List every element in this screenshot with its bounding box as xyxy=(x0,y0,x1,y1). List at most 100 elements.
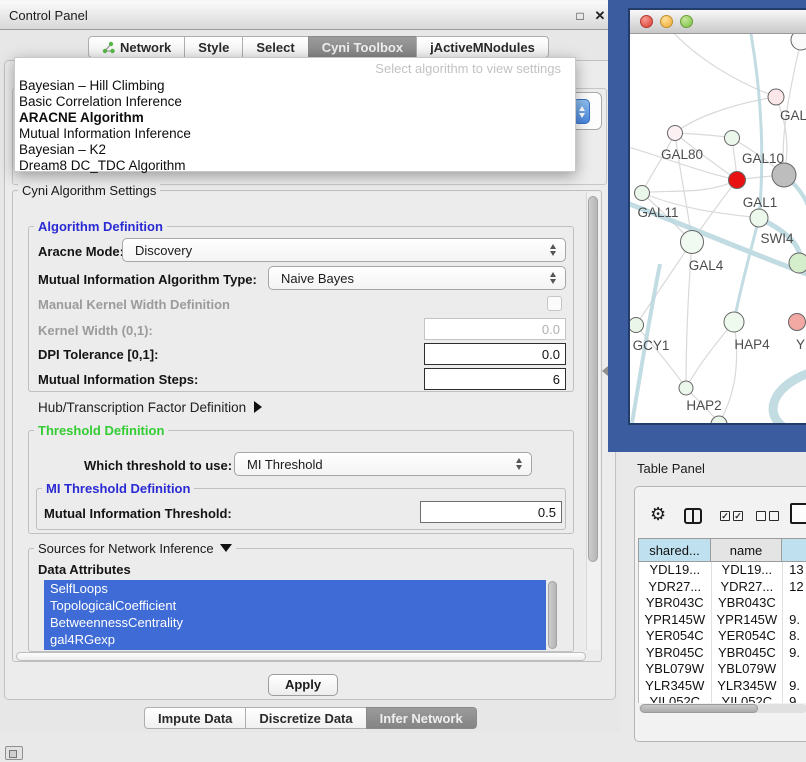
node-label: GAL10 xyxy=(742,151,784,166)
node-gray[interactable] xyxy=(772,163,796,187)
table-row[interactable]: YDL19...YDL19...13 xyxy=(639,562,806,579)
dropdown-item[interactable]: Bayesian – K2 xyxy=(19,142,571,158)
tab-impute-data-label: Impute Data xyxy=(158,711,232,726)
table-hscrollbar-thumb[interactable] xyxy=(640,704,758,713)
close-panel-button[interactable]: ✕ xyxy=(592,8,608,24)
node-gcy1[interactable] xyxy=(630,318,644,333)
cell: YBR043C xyxy=(712,595,784,612)
zoom-window-button[interactable] xyxy=(680,15,693,28)
attribute-item-selected[interactable]: SelfLoops xyxy=(44,580,546,597)
table-header-row: shared... name xyxy=(638,538,806,562)
network-window-titlebar[interactable] xyxy=(630,10,806,34)
mi-algorithm-type-combobox[interactable]: Naive Bayes xyxy=(268,266,566,290)
hub-definition-expander[interactable]: Hub/Transcription Factor Definition xyxy=(38,400,262,415)
table-row[interactable]: YBL079WYBL079W xyxy=(639,661,806,678)
node-partial-top[interactable] xyxy=(791,34,806,50)
close-window-button[interactable] xyxy=(640,15,653,28)
attribute-item-selected[interactable]: TopologicalCoefficient xyxy=(44,597,546,614)
cell: 8. xyxy=(783,628,806,645)
node-gal4[interactable] xyxy=(681,231,704,254)
cell: YBR045C xyxy=(639,645,712,662)
node-pink-right[interactable] xyxy=(789,314,806,331)
table-row[interactable]: YER054CYER054C8. xyxy=(639,628,806,645)
which-threshold-value: MI Threshold xyxy=(247,457,511,472)
dropdown-item[interactable]: Basic Correlation Inference xyxy=(19,94,571,110)
dropdown-item[interactable]: Dream8 DC_TDC Algorithm xyxy=(19,158,571,174)
node-green-right[interactable] xyxy=(789,253,806,273)
mi-threshold-field[interactable] xyxy=(420,501,562,523)
tab-network[interactable]: Network xyxy=(88,36,185,58)
float-panel-button[interactable]: □ xyxy=(572,8,588,24)
settings-vscrollbar-thumb[interactable] xyxy=(588,196,598,562)
dropdown-item[interactable]: Mutual Information Inference xyxy=(19,126,571,142)
mi-steps-field[interactable] xyxy=(424,368,566,390)
sources-expander[interactable]: Sources for Network Inference xyxy=(34,541,236,556)
dpi-tolerance-field[interactable] xyxy=(424,343,566,365)
checkbox-unchecked-icon xyxy=(756,511,766,521)
tab-style[interactable]: Style xyxy=(184,36,243,58)
attribute-item-selected[interactable]: gal4RGexp xyxy=(44,631,546,648)
tab-impute-data[interactable]: Impute Data xyxy=(144,707,246,729)
table-row[interactable]: YLR345WYLR345W9. xyxy=(639,678,806,695)
mi-threshold-group-title: MI Threshold Definition xyxy=(42,481,194,496)
node-swi4[interactable] xyxy=(750,209,768,227)
minimize-window-button[interactable] xyxy=(660,15,673,28)
tab-cyni-toolbox-label: Cyni Toolbox xyxy=(322,40,403,55)
table-row[interactable]: YDR27...YDR27...12 xyxy=(639,579,806,596)
node-gal80[interactable] xyxy=(668,126,683,141)
network-canvas[interactable]: GAL GAL80 GAL10 GAL1 GAL11 SWI4 GAL4 GCY… xyxy=(630,34,806,423)
tab-cyni-toolbox[interactable]: Cyni Toolbox xyxy=(308,36,417,58)
attributes-vscrollbar-thumb[interactable] xyxy=(548,581,557,649)
node-label: HAP4 xyxy=(734,337,770,352)
table-row[interactable]: YBR043CYBR043C xyxy=(639,595,806,612)
settings-hscrollbar-thumb[interactable] xyxy=(16,652,586,661)
apply-button[interactable]: Apply xyxy=(268,674,338,696)
tab-discretize-data-label: Discretize Data xyxy=(259,711,352,726)
data-attributes-list: SelfLoops TopologicalCoefficient Between… xyxy=(44,580,546,650)
tab-select[interactable]: Select xyxy=(242,36,308,58)
tab-discretize-data[interactable]: Discretize Data xyxy=(245,707,366,729)
node-gal-top[interactable] xyxy=(768,89,784,105)
table-row[interactable]: YBR045CYBR045C9. xyxy=(639,645,806,662)
tab-infer-network[interactable]: Infer Network xyxy=(366,707,477,729)
cell: YBR043C xyxy=(639,595,712,612)
column-header-shared-name[interactable]: shared... xyxy=(638,538,711,562)
dropdown-item[interactable]: Bayesian – Hill Climbing xyxy=(19,78,571,94)
aracne-mode-combobox[interactable]: Discovery xyxy=(122,238,566,262)
cell: 9. xyxy=(783,678,806,695)
dropdown-item-selected[interactable]: ARACNE Algorithm xyxy=(19,110,571,126)
node-hap4[interactable] xyxy=(724,312,744,332)
deselect-all-columns-icon[interactable] xyxy=(756,511,782,521)
split-columns-icon[interactable] xyxy=(684,508,702,524)
which-threshold-combobox[interactable]: MI Threshold xyxy=(234,452,532,476)
node-label: GAL4 xyxy=(689,258,724,273)
data-attributes-label: Data Attributes xyxy=(38,562,131,577)
manual-kernel-width-checkbox[interactable] xyxy=(547,296,562,311)
cell: YPR145W xyxy=(639,612,712,629)
checkbox-unchecked-icon xyxy=(769,511,779,521)
document-icon[interactable] xyxy=(790,503,806,524)
node-gal10[interactable] xyxy=(725,131,740,146)
algorithm-dropdown-popup: Select algorithm to view settings Bayesi… xyxy=(14,57,576,172)
table-row[interactable]: YIL052CYIL052C9. xyxy=(639,694,806,703)
kernel-width-field[interactable] xyxy=(424,318,566,340)
node-label: GCY1 xyxy=(633,338,670,353)
column-header-partial[interactable] xyxy=(781,538,806,562)
tab-infer-network-label: Infer Network xyxy=(380,711,463,726)
cell: 9. xyxy=(783,694,806,703)
node-hap2[interactable] xyxy=(679,381,693,395)
cell: YBL079W xyxy=(712,661,784,678)
node-label: SWI4 xyxy=(760,231,793,246)
cell: 12 xyxy=(783,579,806,596)
column-header-name[interactable]: name xyxy=(710,538,782,562)
table-row[interactable]: YPR145WYPR145W9. xyxy=(639,612,806,629)
tab-jactivemnodules[interactable]: jActiveMNodules xyxy=(416,36,549,58)
minimized-panel-icon[interactable] xyxy=(5,746,23,760)
select-all-columns-icon[interactable]: ✓ ✓ xyxy=(720,511,746,521)
node-gal1-selected[interactable] xyxy=(729,172,746,189)
node-gal11[interactable] xyxy=(635,186,650,201)
attribute-item-selected[interactable]: BetweennessCentrality xyxy=(44,614,546,631)
gear-icon[interactable]: ⚙ xyxy=(650,505,666,523)
cell: YDR27... xyxy=(639,579,712,596)
dropdown-item-list: Bayesian – Hill Climbing Basic Correlati… xyxy=(19,78,571,174)
